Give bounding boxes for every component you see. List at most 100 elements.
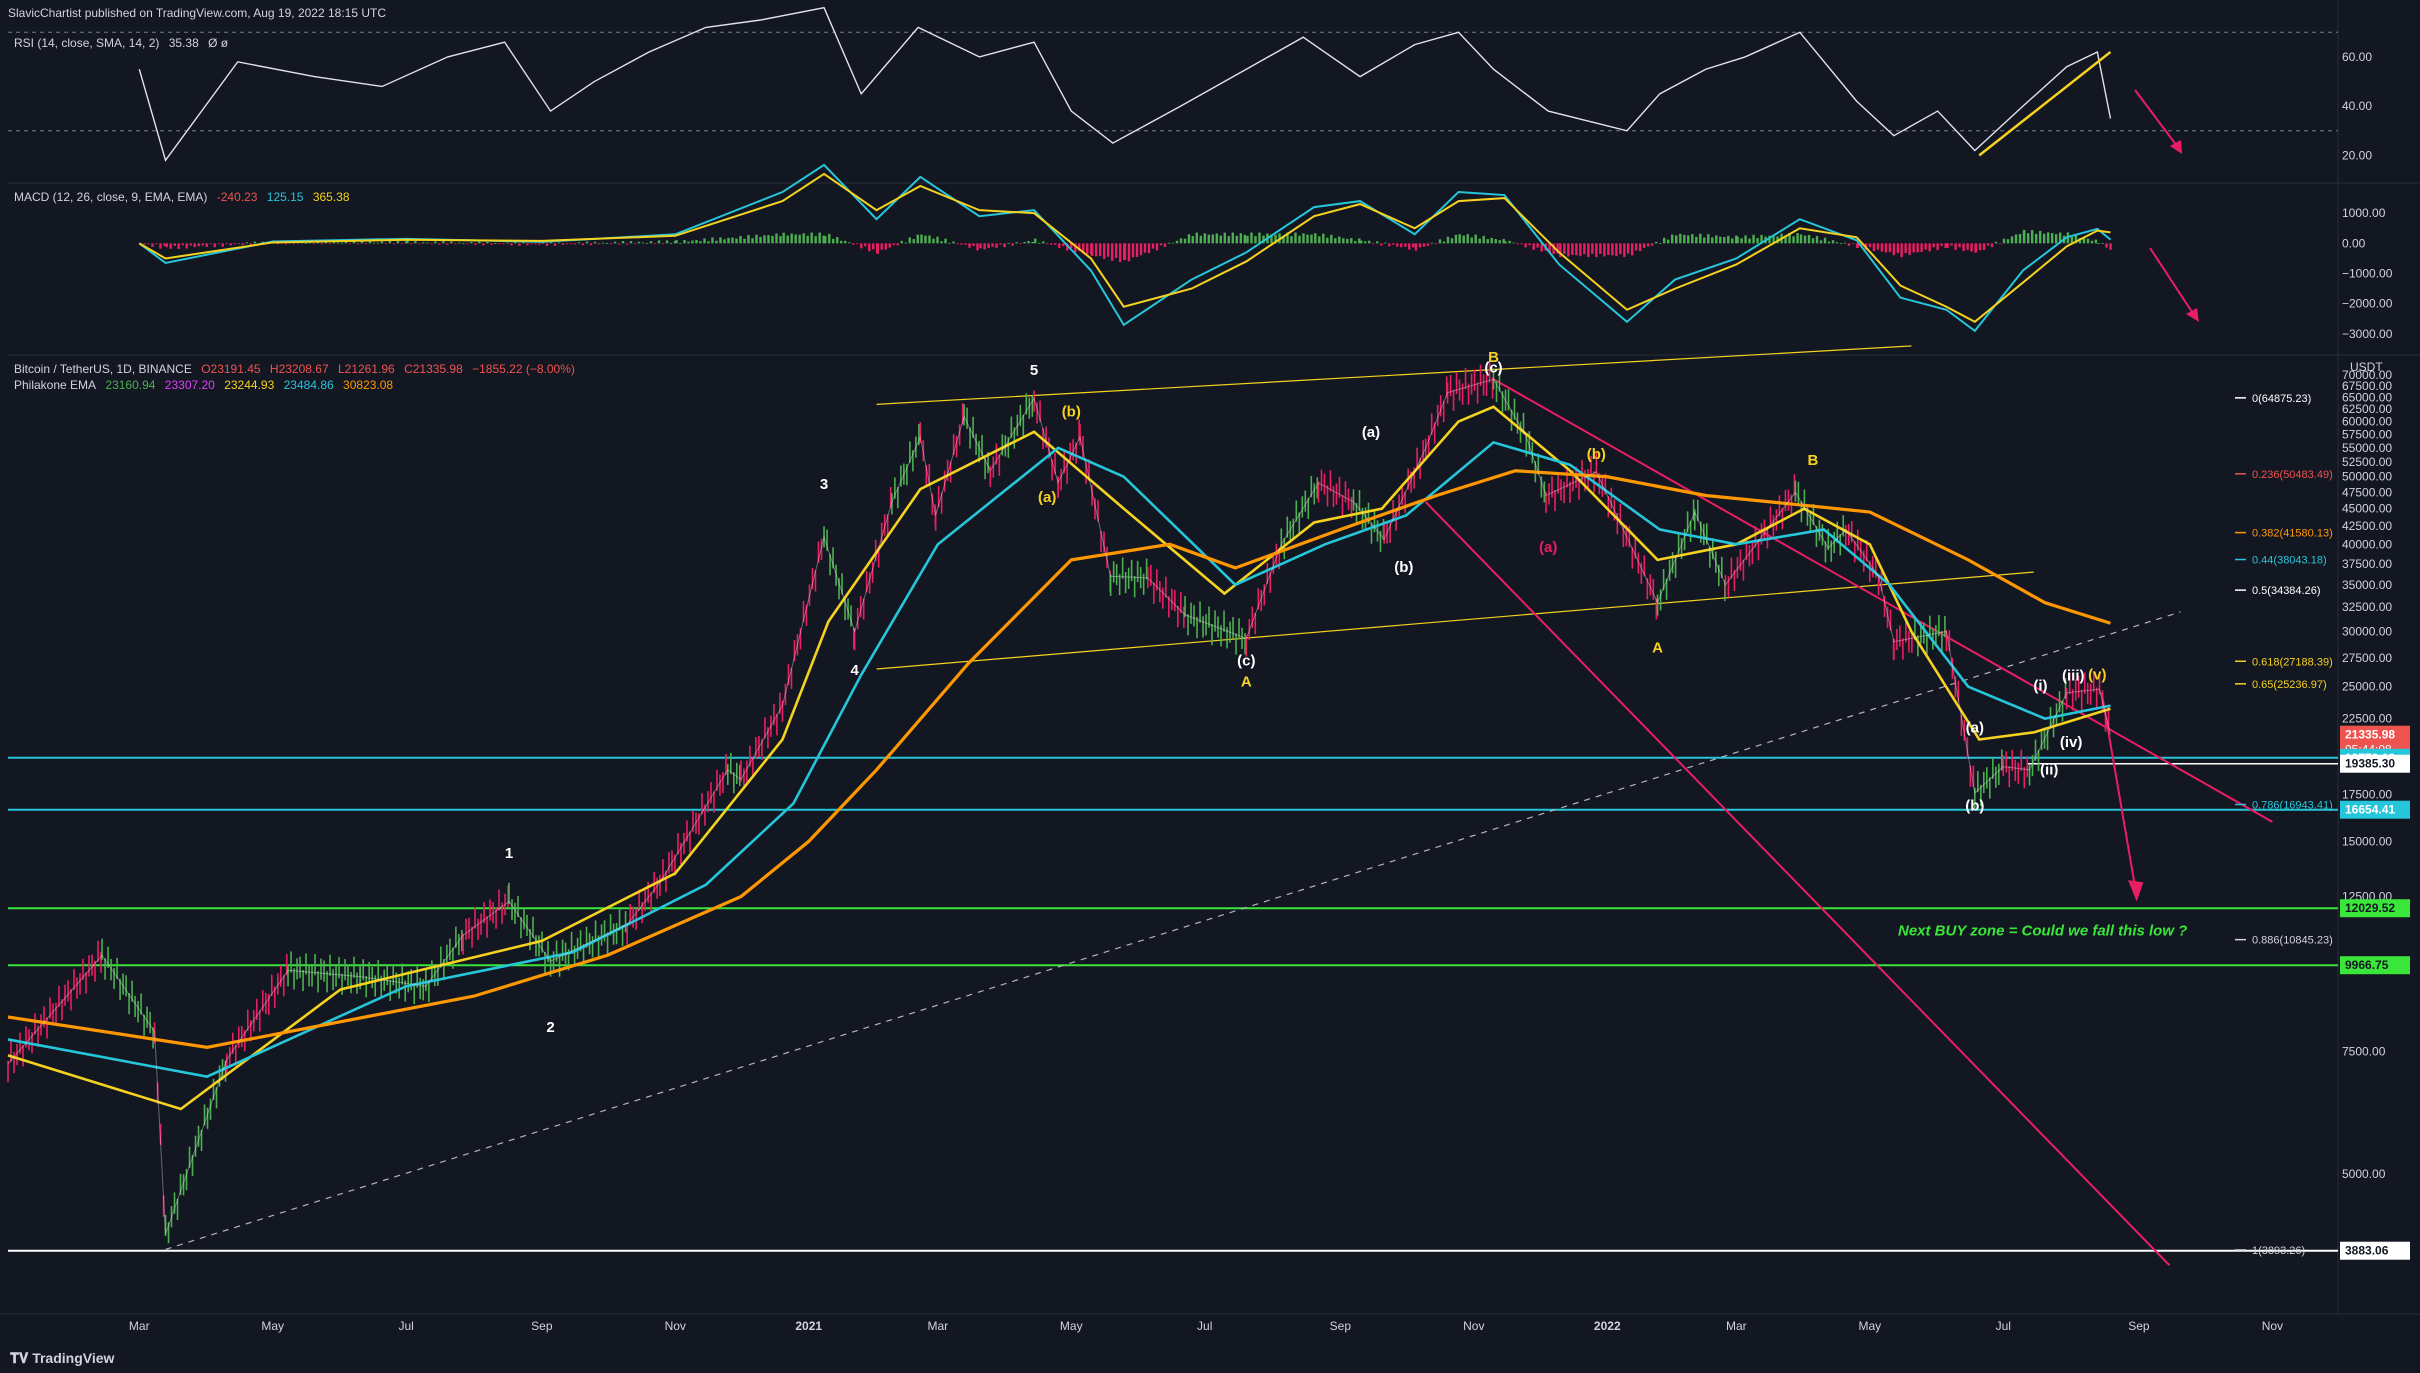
macd-hist-bar <box>1707 234 1710 244</box>
macd-hist-bar <box>1404 243 1407 247</box>
macd-hist-bar <box>1094 243 1098 257</box>
macd-hist-bar <box>1626 243 1630 254</box>
wave-label: (b) <box>1394 559 1413 576</box>
macd-hist-bar <box>629 241 633 244</box>
macd-hist-bar <box>1792 236 1795 244</box>
macd-hist-bar <box>1703 237 1706 244</box>
macd-hist-bar <box>1650 243 1654 246</box>
macd-hist-bar <box>1422 243 1426 247</box>
macd-hist-bar <box>221 243 224 247</box>
macd-hist-bar <box>1306 234 1309 244</box>
macd-hist-bar <box>462 243 465 244</box>
time-tick-label: May <box>261 1319 284 1333</box>
macd-hist-bar <box>1599 243 1602 254</box>
macd-hist-bar <box>1536 243 1539 248</box>
macd-hist-bar <box>2006 239 2010 244</box>
macd-hist-bar <box>1215 233 1218 244</box>
macd-hist-bar <box>538 243 541 245</box>
forecast-arrow <box>2100 692 2138 897</box>
macd-hist-bar <box>1675 235 1678 244</box>
price-tick-label: 22500.00 <box>2342 712 2392 726</box>
macd-hist-bar <box>876 243 879 254</box>
macd-hist-bar <box>1986 243 1990 246</box>
macd-hist-bar <box>1900 243 1903 258</box>
macd-hist-bar <box>1990 243 1994 248</box>
macd-hist-bar <box>597 243 601 245</box>
macd-hist-bar <box>759 236 762 244</box>
macd-hist-bar <box>1090 243 1094 256</box>
macd-hist-bar <box>1342 238 1345 244</box>
rsi-arrow-head <box>2170 140 2182 154</box>
rsi-header[interactable]: RSI (14, close, SMA, 14, 2) 35.38 Ø ø <box>14 36 234 50</box>
macd-hist-bar <box>1687 235 1690 244</box>
macd-hist-bar <box>1880 243 1884 252</box>
wave-label: (a) <box>1362 424 1380 441</box>
macd-hist-bar <box>364 243 368 245</box>
macd-hist-bar <box>1430 242 1434 244</box>
macd-line-value: 125.15 <box>266 190 304 204</box>
macd-hist-bar <box>1966 243 1969 250</box>
tradingview-chart[interactable]: 20.00 40.00 60.00 1000.00 0.00 −1000.00 −2000.… <box>0 0 2420 1373</box>
macd-hist-bar <box>498 243 501 245</box>
time-tick-label: Sep <box>2128 1319 2150 1333</box>
macd-hist-bar <box>372 242 376 244</box>
time-tick-label: Jul <box>399 1319 414 1333</box>
macd-hist-bar <box>916 234 919 244</box>
macd-hist-bar <box>426 242 429 244</box>
macd-hist-bar <box>727 237 730 244</box>
macd-hist-bar <box>1326 237 1329 244</box>
wave-label: (a) <box>1539 539 1557 556</box>
macd-hist-bar <box>687 241 690 244</box>
macd-hist-bar <box>237 243 240 245</box>
macd-hist-bar <box>884 243 887 250</box>
macd-hist-bar <box>1868 243 1872 248</box>
tradingview-logo: 𝐓𝐕 TradingView <box>10 1350 114 1367</box>
macd-hist-bar <box>1950 243 1953 246</box>
macd-hist-bar <box>872 243 875 250</box>
time-tick-label: May <box>1060 1319 1083 1333</box>
macd-hist-bar <box>486 241 489 244</box>
macd-hist-bar <box>1239 233 1242 244</box>
macd-hist-bar <box>1346 238 1349 244</box>
macd-hist-bar <box>1258 232 1261 244</box>
macd-hist-bar <box>836 237 839 244</box>
macd-signal-value: 365.38 <box>312 190 350 204</box>
ema-header[interactable]: Philakone EMA 23160.94 23307.20 23244.93… <box>14 378 399 392</box>
macd-hist-bar <box>1508 240 1511 244</box>
macd-hist-bar <box>1458 234 1461 244</box>
symbol-header[interactable]: Bitcoin / TetherUS, 1D, BINANCE O23191.4… <box>14 362 581 376</box>
macd-hist-bar <box>1571 243 1574 255</box>
macd-hist-bar <box>1831 240 1835 244</box>
macd-hist-bar <box>991 243 994 247</box>
macd-hist-bar <box>2038 230 2042 244</box>
macd-hist-bar <box>147 243 150 245</box>
macd-hist-bar <box>1892 243 1896 256</box>
macd-hist-bar <box>1579 243 1582 257</box>
macd-hist-bar <box>1982 243 1986 250</box>
time-tick-label: Mar <box>1726 1319 1747 1333</box>
macd-hist-bar <box>1372 243 1375 245</box>
macd-hist-bar <box>518 243 521 246</box>
macd-hist-bar <box>1195 232 1198 244</box>
pink-channel-upper <box>1493 378 2273 823</box>
macd-hist-bar <box>2022 229 2026 244</box>
price-tick-label: 57500.00 <box>2342 427 2392 441</box>
publisher-text: SlavicChartist published on TradingView.… <box>8 6 386 20</box>
macd-hist-bar <box>197 243 200 247</box>
macd-hist-bar <box>1607 243 1610 255</box>
macd-hist-bar <box>747 234 750 244</box>
macd-hist-bar <box>763 235 766 244</box>
rsi-tick-label: 60.00 <box>2342 50 2372 64</box>
macd-hist-bar <box>888 243 891 248</box>
macd-header[interactable]: MACD (12, 26, close, 9, EMA, EMA) -240.2… <box>14 190 356 204</box>
macd-hist-bar <box>454 243 457 245</box>
time-tick-label: 2021 <box>795 1319 822 1333</box>
macd-hist-bar <box>1512 242 1515 244</box>
macd-hist-bar <box>581 243 585 246</box>
macd-hist-bar <box>683 240 686 244</box>
macd-hist-bar <box>1143 243 1147 253</box>
macd-hist-bar <box>1147 243 1151 254</box>
macd-hist-bar <box>691 240 694 244</box>
macd-hist-bar <box>960 243 963 245</box>
fib-label: 0.618(27188.39) <box>2252 656 2333 668</box>
